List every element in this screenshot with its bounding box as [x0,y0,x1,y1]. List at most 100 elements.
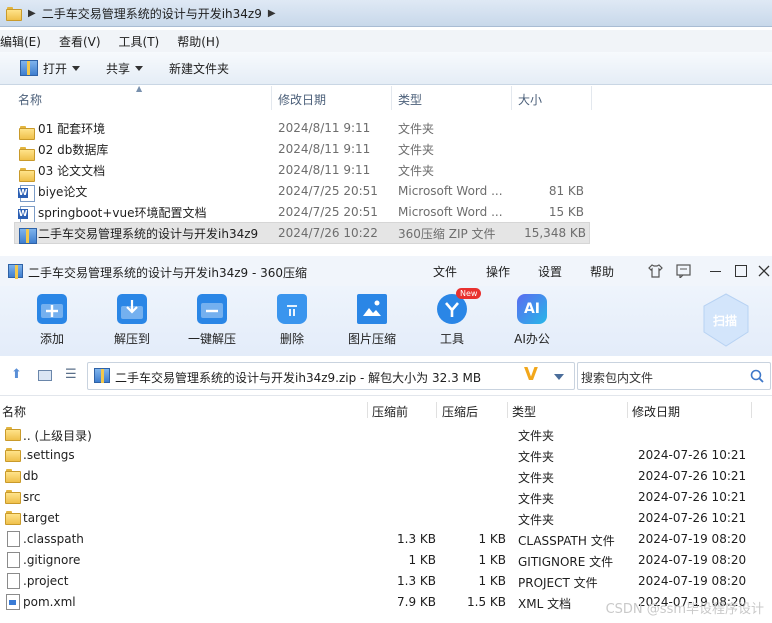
thumbnail-view-icon[interactable] [38,370,52,381]
column-divider[interactable] [511,86,512,110]
column-divider[interactable] [627,402,628,418]
column-size[interactable]: 大小 [518,91,542,108]
folder-icon [6,6,22,21]
archive-path-field[interactable]: 二手车交易管理系统的设计与开发ih34z9.zip - 解包大小为 32.3 M… [87,362,575,390]
close-icon[interactable] [758,265,770,277]
entry-type: 文件夹 [518,429,555,443]
word-doc-icon [18,184,35,202]
zip-ribbon: 添加 解压到 一键解压 删除 图片压缩 New 工具 AI AI办公 扫描 [0,286,772,356]
explorer-address-bar[interactable]: ▶ 二手车交易管理系统的设计与开发ih34z9 ▶ [0,0,772,27]
menu-edit[interactable]: 编辑(E) [0,33,41,50]
file-type: 文件夹 [398,121,435,136]
file-name: 01 配套环境 [38,121,106,136]
file-date: 2024/8/11 9:11 [278,121,371,135]
add-button[interactable]: 添加 [17,294,87,347]
column-type[interactable]: 类型 [512,403,536,420]
zip-archive-icon [94,368,110,383]
column-name[interactable]: 名称 [2,403,26,420]
file-icon [7,552,20,568]
column-divider[interactable] [751,402,752,418]
sort-up-icon: ▲ [136,84,143,93]
extract-to-button[interactable]: 解压到 [97,294,167,347]
feedback-icon[interactable] [676,264,691,278]
file-row[interactable]: 02 db数据库 2024/8/11 9:11 文件夹 [14,139,588,161]
archive-row[interactable]: .gitignore 1 KB 1 KB GITIGNORE 文件 2024-0… [0,549,772,570]
archive-row[interactable]: .classpath 1.3 KB 1 KB CLASSPATH 文件 2024… [0,528,772,549]
delete-button[interactable]: 删除 [257,294,327,347]
column-compressed[interactable]: 压缩后 [442,403,478,420]
entry-name: .classpath [23,532,84,546]
menu-file[interactable]: 文件 [433,263,457,280]
folder-icon [5,448,21,462]
minimize-icon[interactable] [710,271,721,272]
column-type[interactable]: 类型 [398,91,422,108]
chevron-down-icon [135,65,144,71]
archive-row[interactable]: .settings 文件夹 2024-07-26 10:21 [0,444,772,465]
column-divider[interactable] [271,86,272,110]
new-folder-label: 新建文件夹 [169,61,230,76]
entry-date: 2024-07-19 08:20 [638,532,747,546]
file-row[interactable]: springboot+vue环境配置文档 2024/7/25 20:51 Mic… [14,202,588,223]
file-row[interactable]: 03 论文文档 2024/8/11 9:11 文件夹 [14,160,588,182]
menu-settings[interactable]: 设置 [538,263,562,280]
archive-row[interactable]: src 文件夹 2024-07-26 10:21 [0,486,772,507]
tools-button[interactable]: New 工具 [417,288,487,347]
skin-icon[interactable] [648,264,663,278]
file-type: 360压缩 ZIP 文件 [398,226,496,241]
column-divider[interactable] [391,86,392,110]
archive-row[interactable]: .. (上级目录) 文件夹 [0,423,772,444]
entry-date: 2024-07-26 10:21 [638,469,747,483]
archive-row[interactable]: .project 1.3 KB 1 KB PROJECT 文件 2024-07-… [0,570,772,591]
column-divider[interactable] [436,402,437,418]
archive-row[interactable]: db 文件夹 2024-07-26 10:21 [0,465,772,486]
menu-operate[interactable]: 操作 [486,263,510,280]
file-size: 15,348 KB [524,226,586,240]
open-button[interactable]: 打开 [14,56,86,81]
v-vip-icon[interactable]: V [524,364,538,385]
file-row-selected[interactable]: 二手车交易管理系统的设计与开发ih34z9 2024/7/26 10:22 36… [14,222,590,244]
column-packed[interactable]: 压缩前 [372,403,408,420]
scan-button[interactable]: 扫描 [701,292,751,348]
ai-office-button[interactable]: AI AI办公 [497,294,567,347]
file-name: 02 db数据库 [38,142,109,157]
menu-help[interactable]: 帮助(H) [177,33,219,50]
menu-tools[interactable]: 工具(T) [119,33,160,50]
entry-date: 2024-07-26 10:21 [638,490,747,504]
entry-packed: 7.9 KB [397,595,436,609]
zip-title-bar[interactable]: 二手车交易管理系统的设计与开发ih34z9 - 360压缩 文件 操作 设置 帮… [0,256,772,286]
column-date[interactable]: 修改日期 [632,403,680,420]
up-arrow-icon[interactable]: ⬆ [11,367,22,382]
file-date: 2024/7/25 20:51 [278,205,378,219]
entry-type: 文件夹 [518,513,555,527]
file-row[interactable]: 01 配套环境 2024/8/11 9:11 文件夹 [14,118,588,140]
column-date[interactable]: 修改日期 [278,91,326,108]
new-folder-button[interactable]: 新建文件夹 [163,56,235,81]
menu-view[interactable]: 查看(V) [59,33,101,50]
entry-name: .. (上级目录) [23,429,92,443]
share-label: 共享 [106,61,131,76]
add-icon [37,294,67,324]
search-icon[interactable] [750,369,764,383]
maximize-icon[interactable] [735,265,747,277]
search-archive-input[interactable]: 搜索包内文件 [577,362,771,390]
one-click-extract-button[interactable]: 一键解压 [177,294,247,347]
address-path[interactable]: ▶ 二手车交易管理系统的设计与开发ih34z9 ▶ [6,3,276,23]
column-divider[interactable] [507,402,508,418]
list-view-icon[interactable]: ☰ [65,367,77,382]
archive-row[interactable]: target 文件夹 2024-07-26 10:21 [0,507,772,528]
entry-date: 2024-07-26 10:21 [638,511,747,525]
word-doc-icon [18,205,35,223]
column-name[interactable]: 名称 [18,91,42,108]
chevron-down-icon [72,65,81,71]
menu-help[interactable]: 帮助 [590,263,614,280]
entry-date: 2024-07-19 08:20 [638,574,747,588]
explorer-column-header: 名称 ▲ 修改日期 类型 大小 [0,84,772,110]
chevron-down-icon[interactable] [554,374,564,380]
image-compress-button[interactable]: 图片压缩 [337,294,407,347]
file-row[interactable]: biye论文 2024/7/25 20:51 Microsoft Word ..… [14,181,588,202]
folder-icon [19,167,35,182]
column-divider[interactable] [367,402,368,418]
share-button[interactable]: 共享 [100,56,149,81]
search-placeholder: 搜索包内文件 [581,371,654,385]
column-divider[interactable] [591,86,592,110]
